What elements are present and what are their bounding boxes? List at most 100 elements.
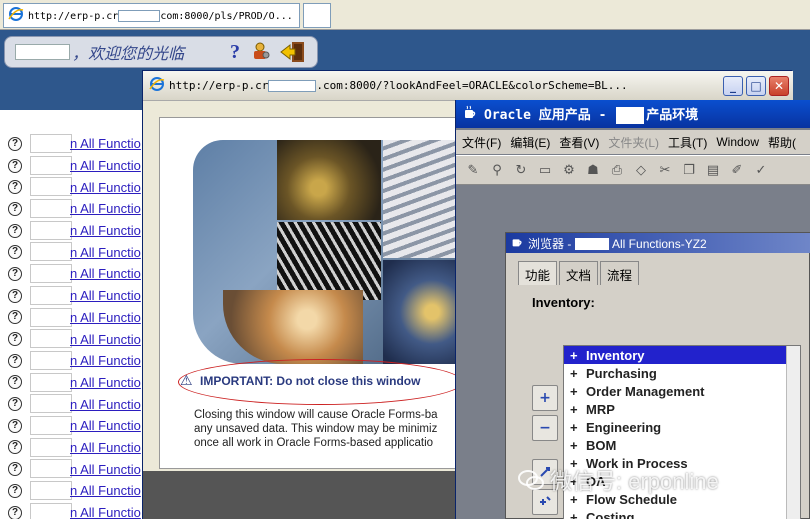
menu-item[interactable]: 帮助( [768, 134, 796, 151]
new-icon[interactable]: ✎ [464, 161, 482, 179]
function-list-item[interactable]: ? n All Functio [8, 480, 148, 502]
find-icon[interactable]: ⚲ [488, 161, 506, 179]
redaction-mask [574, 238, 609, 251]
function-list-item[interactable]: ? n All Functio [8, 198, 148, 220]
expand-marker: + [570, 347, 578, 363]
popup-titlebar[interactable]: http://erp-p.cr .com:8000/?lookAndFeel=OR… [143, 71, 793, 101]
function-link[interactable]: n All Functio [70, 310, 141, 325]
function-list-item[interactable]: ? n All Functio [8, 176, 148, 198]
menu-item[interactable]: 查看(V) [559, 134, 599, 151]
function-list-item[interactable]: ? n All Functio [8, 393, 148, 415]
popup-content: ⚠ IMPORTANT: Do not close this window Cl… [159, 117, 481, 469]
browser-tab[interactable]: http://erp-p.cr com:8000/pls/PROD/O... [3, 3, 300, 28]
redaction-mask [30, 372, 72, 392]
function-list-item[interactable]: ? n All Functio [8, 437, 148, 459]
copy-icon[interactable]: ❐ [680, 161, 698, 179]
tree-scrollbar[interactable] [786, 346, 800, 519]
redaction-mask [30, 199, 72, 219]
close-button[interactable]: ✕ [769, 76, 789, 96]
warning-icon: ⚠ [180, 372, 193, 388]
tab-processes[interactable]: 流程 [600, 261, 640, 285]
function-link[interactable]: n All Functio [70, 136, 141, 151]
function-link[interactable]: n All Functio [70, 375, 141, 390]
function-list-item[interactable]: ? n All Functio [8, 307, 148, 329]
menu-item[interactable]: 文件(F) [462, 134, 501, 151]
menu-item[interactable]: 工具(T) [668, 134, 707, 151]
function-link[interactable]: n All Functio [70, 288, 141, 303]
cut-icon[interactable]: ✂ [656, 161, 674, 179]
function-list-item[interactable]: ? n All Functio [8, 328, 148, 350]
function-link[interactable]: n All Functio [70, 418, 141, 433]
function-list-item[interactable]: ? n All Functio [8, 133, 148, 155]
help-icon: ? [8, 353, 22, 368]
function-list-item[interactable]: ? n All Functio [8, 241, 148, 263]
welcome-bar: ，欢迎您的光临 [4, 36, 318, 68]
function-link[interactable]: n All Functio [70, 158, 141, 173]
expand-marker: + [570, 383, 578, 399]
oracle-window-title: Oracle 应用产品 - 产品环境 [484, 107, 699, 124]
function-list-item[interactable]: ? n All Functio [8, 220, 148, 242]
function-link[interactable]: n All Functio [70, 180, 141, 195]
edit-icon[interactable]: ✐ [728, 161, 746, 179]
function-link[interactable]: n All Functio [70, 505, 141, 519]
tree-item[interactable]: + Inventory [564, 346, 800, 364]
new-tab-button[interactable] [303, 3, 331, 28]
function-list-item[interactable]: ? n All Functio [8, 415, 148, 437]
redaction-mask [30, 134, 72, 153]
maximize-button[interactable]: □ [746, 76, 766, 96]
function-link[interactable]: n All Functio [70, 332, 141, 347]
refresh-icon[interactable]: ↻ [512, 161, 530, 179]
attachment-icon[interactable]: ✓ [752, 161, 770, 179]
function-link[interactable]: n All Functio [70, 223, 141, 238]
preferences-icon[interactable] [252, 41, 270, 61]
function-link[interactable]: n All Functio [70, 440, 141, 455]
tree-item-label: Purchasing [586, 365, 657, 381]
redaction-mask [30, 220, 72, 240]
function-list-item[interactable]: ? n All Functio [8, 350, 148, 372]
function-link[interactable]: n All Functio [70, 483, 141, 498]
navigator-title: 浏览器 - All Functions-YZ2 [528, 236, 707, 251]
function-link[interactable]: n All Functio [70, 397, 141, 412]
function-link[interactable]: n All Functio [70, 266, 141, 281]
tree-item[interactable]: + Order Management [564, 382, 800, 400]
clear-icon[interactable]: ◇ [632, 161, 650, 179]
print-icon[interactable]: ⎙ [608, 161, 626, 179]
function-link[interactable]: n All Functio [70, 462, 141, 477]
tree-item[interactable]: + BOM [564, 436, 800, 454]
zoom-icon[interactable]: ☗ [584, 161, 602, 179]
navigator-titlebar[interactable]: 浏览器 - All Functions-YZ2 [506, 233, 810, 253]
help-icon: ? [8, 310, 22, 325]
help-icon[interactable]: ? [230, 41, 240, 64]
function-link[interactable]: n All Functio [70, 201, 141, 216]
function-link[interactable]: n All Functio [70, 245, 141, 260]
paste-icon[interactable]: ▤ [704, 161, 722, 179]
expand-button[interactable]: + [532, 385, 558, 411]
oracle-titlebar[interactable]: Oracle 应用产品 - 产品环境 [456, 100, 810, 128]
function-list-item[interactable]: ? n All Functio [8, 372, 148, 394]
function-link[interactable]: n All Functio [70, 353, 141, 368]
browser-tab-bar: http://erp-p.cr com:8000/pls/PROD/O... [0, 0, 810, 30]
save-icon[interactable]: ▭ [536, 161, 554, 179]
help-icon: ? [8, 440, 22, 455]
function-list-item[interactable]: ? n All Functio [8, 155, 148, 177]
tree-item[interactable]: + Purchasing [564, 364, 800, 382]
function-list-item[interactable]: ? n All Functio [8, 263, 148, 285]
menu-item[interactable]: 文件夹(L) [608, 134, 659, 151]
navigate-icon[interactable]: ⚙ [560, 161, 578, 179]
function-list-item[interactable]: ? n All Functio [8, 502, 148, 519]
menu-item[interactable]: Window [716, 135, 759, 149]
minimize-button[interactable]: _ [723, 76, 743, 96]
function-list-item[interactable]: ? n All Functio [8, 458, 148, 480]
oracle-cup-icon [510, 235, 524, 252]
collapse-button[interactable]: − [532, 415, 558, 441]
tree-item[interactable]: + Costing [564, 508, 800, 519]
tab-documents[interactable]: 文档 [559, 261, 599, 285]
function-list-item[interactable]: ? n All Functio [8, 285, 148, 307]
redaction-mask [30, 481, 72, 500]
menu-item[interactable]: 编辑(E) [510, 134, 550, 151]
tree-item[interactable]: + MRP [564, 400, 800, 418]
logout-icon[interactable] [280, 41, 306, 63]
tree-item-label: MRP [586, 401, 615, 417]
tree-item[interactable]: + Engineering [564, 418, 800, 436]
tab-functions[interactable]: 功能 [518, 261, 558, 285]
